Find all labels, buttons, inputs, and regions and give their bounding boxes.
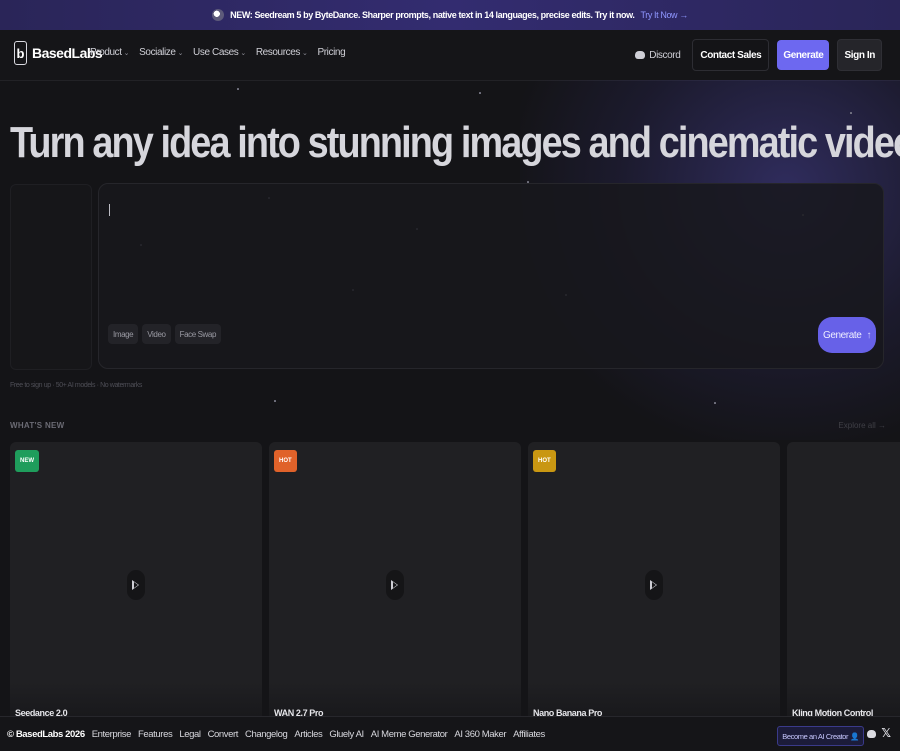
x-icon[interactable]: 𝕏 <box>881 726 891 740</box>
nav-pricing-label: Pricing <box>317 47 346 58</box>
footer-link-affiliates[interactable]: Affiliates <box>513 729 545 740</box>
hot-badge: HOT <box>533 450 556 472</box>
hero-title: Turn any idea into stunning images and c… <box>10 118 900 167</box>
nav-resources-label: Resources <box>255 47 301 58</box>
person-icon: 👤 <box>850 731 859 741</box>
chevron-down-icon: ⌄ <box>302 49 308 57</box>
nav-product[interactable]: Product ⌄ <box>90 47 130 58</box>
prompt-input[interactable]: Image Video Face Swap Generate ↑ <box>98 183 884 369</box>
model-card-kling[interactable]: Kling Motion Control <box>787 442 900 722</box>
nav-use-cases[interactable]: Use Cases ⌄ <box>193 47 246 58</box>
footer-links: © BasedLabs 2026 Enterprise Features Leg… <box>7 729 545 740</box>
play-button[interactable] <box>645 570 663 600</box>
new-badge: NEW <box>15 450 39 472</box>
nav-socialize-label: Socialize <box>139 47 176 58</box>
explore-all-link[interactable]: Explore all → <box>838 421 886 430</box>
generate-button-label: Generate <box>822 329 862 341</box>
seedream-avatar-icon <box>212 9 225 21</box>
play-icon <box>131 580 140 590</box>
main-nav: Product ⌄ Socialize ⌄ Use Cases ⌄ Resources… <box>90 47 346 58</box>
header-actions: Discord Contact Sales Generate Sign In <box>635 39 882 71</box>
footer-link-gluely[interactable]: Gluely AI <box>329 729 364 740</box>
nav-product-label: Product <box>90 47 122 58</box>
discord-label: Discord <box>649 49 681 61</box>
footer-link-meme-generator[interactable]: AI Meme Generator <box>371 729 448 740</box>
model-card-nano-banana[interactable]: HOT Nano Banana Pro <box>528 442 780 722</box>
discord-link[interactable]: Discord <box>635 49 681 61</box>
header-generate-button[interactable]: Generate <box>777 40 830 70</box>
copyright: © BasedLabs 2026 <box>7 728 85 740</box>
footer-link-changelog[interactable]: Changelog <box>245 729 288 740</box>
try-it-now-link[interactable]: Try It Now → <box>640 10 688 20</box>
play-icon <box>649 580 658 590</box>
footer-link-articles[interactable]: Articles <box>294 729 322 740</box>
logo[interactable]: b BasedLabs <box>14 41 103 65</box>
footer-link-legal[interactable]: Legal <box>179 729 201 740</box>
play-icon <box>390 580 399 590</box>
footer-link-features[interactable]: Features <box>138 729 173 740</box>
sign-in-button[interactable]: Sign In <box>837 39 882 71</box>
basedlabs-logo-icon: b <box>14 41 27 65</box>
become-creator-button[interactable]: Become an AI Creator 👤 <box>777 726 864 746</box>
nav-socialize[interactable]: Socialize ⌄ <box>139 47 183 58</box>
site-footer: © BasedLabs 2026 Enterprise Features Leg… <box>0 716 900 751</box>
footer-link-360-maker[interactable]: AI 360 Maker <box>454 729 506 740</box>
contact-sales-button[interactable]: Contact Sales <box>692 39 770 71</box>
free-signup-note: Free to sign up · 50+ AI models · No wat… <box>10 382 142 389</box>
generate-button[interactable]: Generate ↑ <box>818 317 876 353</box>
chevron-down-icon: ⌄ <box>240 49 246 57</box>
reference-upload-panel[interactable] <box>10 184 92 370</box>
mode-chips: Image Video Face Swap <box>108 324 221 344</box>
chip-face-swap[interactable]: Face Swap <box>174 324 221 344</box>
nav-pricing[interactable]: Pricing <box>317 47 345 58</box>
chevron-down-icon: ⌄ <box>123 49 130 57</box>
chip-video[interactable]: Video <box>142 324 171 344</box>
site-header: b BasedLabs Product ⌄ Socialize ⌄ Use Case… <box>0 30 900 81</box>
play-button[interactable] <box>386 570 404 600</box>
footer-link-enterprise[interactable]: Enterprise <box>92 729 132 740</box>
chevron-down-icon: ⌄ <box>177 49 184 57</box>
announcement-text: NEW: Seedream 5 by ByteDance. Sharper pr… <box>230 10 635 20</box>
nav-resources[interactable]: Resources ⌄ <box>256 47 308 58</box>
footer-link-convert[interactable]: Convert <box>208 729 239 740</box>
hot-badge: HOT <box>274 450 297 472</box>
nav-use-cases-label: Use Cases <box>193 47 239 58</box>
model-card-seedance[interactable]: NEW Seedance 2.0 <box>10 442 262 722</box>
footer-discord-icon[interactable] <box>867 730 876 738</box>
become-creator-label: Become an AI Creator <box>782 731 849 741</box>
arrow-up-icon: ↑ <box>866 329 872 341</box>
chip-image[interactable]: Image <box>108 324 139 344</box>
play-button[interactable] <box>127 570 145 600</box>
model-card-wan[interactable]: HOT WAN 2.7 Pro <box>269 442 521 722</box>
text-caret <box>109 204 110 216</box>
whats-new-heading: WHAT'S NEW <box>10 421 65 430</box>
announcement-bar[interactable]: NEW: Seedream 5 by ByteDance. Sharper pr… <box>0 0 900 30</box>
discord-icon <box>635 51 646 59</box>
